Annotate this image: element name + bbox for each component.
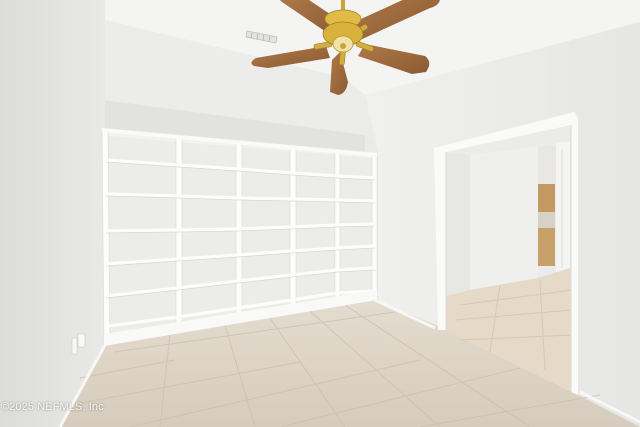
left-wall xyxy=(0,0,105,427)
room-photo: ©2025 NEFMLS, Inc xyxy=(0,0,640,427)
photo-watermark: ©2025 NEFMLS, Inc xyxy=(1,401,104,413)
